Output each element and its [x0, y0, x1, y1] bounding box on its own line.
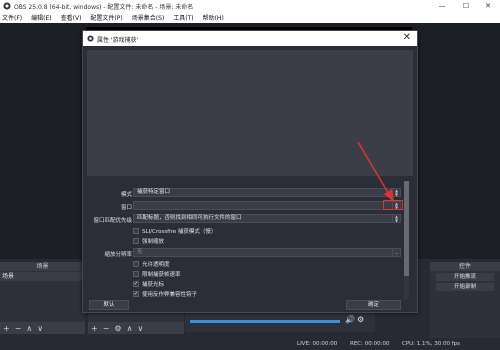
- checkbox-box: [133, 228, 139, 234]
- scenes-dock-title: 场景: [0, 262, 85, 271]
- capture-cursor-label: 捕获光标: [142, 282, 165, 288]
- scenes-toolbar: + − ∧ ∨: [0, 322, 85, 334]
- menu-edit[interactable]: 编辑(E): [31, 13, 51, 22]
- check-icon: ✓: [133, 290, 139, 297]
- ok-button[interactable]: 确定: [346, 300, 401, 310]
- check-icon: ✓: [133, 280, 139, 287]
- maximize-button[interactable]: ☐: [454, 0, 478, 12]
- dialog-title: 属性 '游戏捕获': [97, 37, 139, 44]
- sli-crossfire-label: SLI/Crossfire 捕获模式（慢）: [142, 229, 217, 235]
- checkbox-box: [133, 271, 139, 277]
- cpu-status: CPU: 1.1%, 30.00 fps: [402, 341, 461, 347]
- obs-logo-icon: [3, 2, 11, 10]
- window-titlebar: OBS 25.0.8 (64-bit, windows) - 配置文件: 未命名…: [0, 0, 500, 12]
- scenes-dock: 场景 场景: [0, 262, 85, 322]
- minimize-button[interactable]: —: [430, 0, 454, 12]
- add-icon[interactable]: +: [91, 324, 98, 333]
- remove-icon[interactable]: −: [15, 324, 22, 333]
- window-priority-label: 窗口匹配优先级: [93, 218, 132, 224]
- scale-resolution-select[interactable]: 无 ⌄: [133, 248, 401, 257]
- controls-dock-title: 控件: [430, 262, 500, 271]
- anti-cheat-hook-label: 使用反作弊兼容性钩子: [142, 292, 198, 298]
- chevron-down-icon: ⌄: [392, 249, 400, 256]
- menu-help[interactable]: 帮助(H): [203, 13, 224, 22]
- dialog-titlebar: 属性 '游戏捕获' ✕: [83, 31, 417, 46]
- dialog-close-button[interactable]: ✕: [403, 32, 411, 43]
- rec-status: REC: 00:00:00: [350, 341, 390, 347]
- gear-icon[interactable]: ⚙: [114, 324, 121, 333]
- volume-slider[interactable]: [190, 320, 340, 323]
- defaults-button[interactable]: 默认: [89, 300, 129, 310]
- live-status: LIVE: 00:00:00: [297, 341, 338, 347]
- scrollbar-thumb[interactable]: [404, 181, 409, 276]
- force-scaling-checkbox[interactable]: 强制缩放: [133, 237, 164, 245]
- properties-scrollbar[interactable]: [404, 181, 409, 299]
- window-title: OBS 25.0.8 (64-bit, windows) - 配置文件: 未命名…: [14, 3, 194, 11]
- force-scaling-label: 强制缩放: [142, 239, 165, 245]
- checkbox-box: [133, 238, 139, 244]
- move-up-icon[interactable]: ∧: [127, 324, 133, 333]
- move-up-icon[interactable]: ∧: [26, 324, 32, 333]
- move-down-icon[interactable]: ∨: [37, 324, 43, 333]
- menu-scene-collection[interactable]: 场景集合(S): [132, 13, 165, 22]
- start-streaming-button[interactable]: 开始推流: [436, 273, 494, 281]
- scale-resolution-value: 无: [137, 249, 143, 255]
- gear-icon[interactable]: ⚙: [357, 315, 364, 324]
- annotation-arrow-icon: [357, 141, 394, 202]
- audio-mixer: 🔊 ⚙: [185, 312, 375, 332]
- speaker-icon[interactable]: 🔊: [345, 315, 355, 324]
- chevron-updown-icon: ▲ ▼: [392, 215, 400, 222]
- sources-toolbar: + − ⚙ ∧ ∨: [88, 322, 184, 334]
- status-bar: LIVE: 00:00:00 REC: 00:00:00 CPU: 1.1%, …: [0, 338, 500, 350]
- menu-file[interactable]: 文件(F): [2, 13, 22, 22]
- window-priority-value: 匹配标题，否则找到相同可执行文件的窗口: [137, 215, 242, 221]
- menu-view[interactable]: 查看(V): [61, 13, 82, 22]
- menu-tools[interactable]: 工具(T): [173, 13, 193, 22]
- menu-bar: 文件(F) 编辑(E) 查看(V) 配置文件(P) 场景集合(S) 工具(T) …: [0, 12, 500, 23]
- scale-resolution-label: 缩放分辨率: [104, 252, 132, 258]
- sli-crossfire-checkbox[interactable]: SLI/Crossfire 捕获模式（慢）: [133, 227, 216, 235]
- move-down-icon[interactable]: ∨: [137, 324, 143, 333]
- start-recording-button[interactable]: 开始录制: [436, 283, 494, 291]
- anti-cheat-hook-checkbox[interactable]: ✓ 使用反作弊兼容性钩子: [133, 290, 197, 298]
- window-label: 窗口: [120, 205, 132, 211]
- scene-list-item[interactable]: 场景: [0, 272, 85, 281]
- menu-profile[interactable]: 配置文件(P): [90, 13, 122, 22]
- window-priority-select[interactable]: 匹配标题，否则找到相同可执行文件的窗口 ▲ ▼: [133, 214, 401, 223]
- allow-transparency-checkbox[interactable]: 允许透明度: [133, 260, 170, 268]
- add-icon[interactable]: +: [3, 324, 10, 333]
- mode-label: 模式: [120, 192, 132, 198]
- controls-dock: 控件 开始推流 开始录制: [430, 262, 500, 342]
- obs-logo-icon: [87, 35, 94, 42]
- mode-value: 捕获特定窗口: [137, 189, 171, 195]
- capture-cursor-checkbox[interactable]: ✓ 捕获光标: [133, 280, 164, 288]
- close-button[interactable]: ✕: [476, 0, 500, 12]
- limit-framerate-label: 限制捕获帧速率: [142, 272, 181, 278]
- remove-icon[interactable]: −: [103, 324, 110, 333]
- checkbox-box: [133, 261, 139, 267]
- allow-transparency-label: 允许透明度: [142, 262, 170, 268]
- limit-framerate-checkbox[interactable]: 限制捕获帧速率: [133, 270, 181, 278]
